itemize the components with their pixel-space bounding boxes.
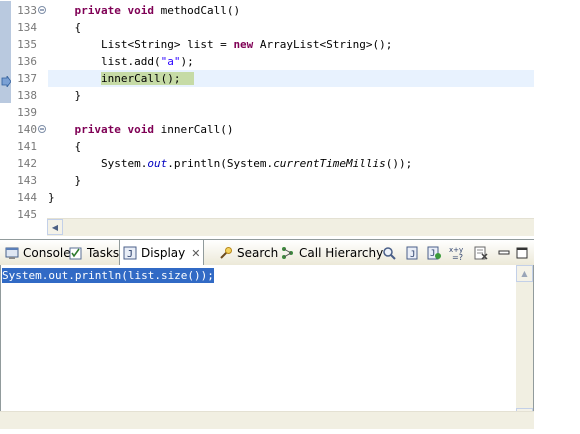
tab-label: Call Hierarchy [299,245,384,260]
code-text: .println(System. [167,157,274,170]
svg-text:J: J [127,249,133,260]
svg-text:J: J [430,249,435,259]
svg-text:J: J [410,250,415,260]
keyword: new [233,38,254,51]
code-line[interactable]: private void innerCall() [48,121,534,138]
code-text: innerCall() [160,123,234,136]
line-number: 141 [17,140,37,153]
string-literal: "a" [160,55,181,68]
tab-tasks[interactable]: Tasks [66,240,122,265]
code-text: { [48,21,82,34]
code-line[interactable]: } [0,189,534,206]
code-line[interactable]: private void methodCall() [48,2,534,19]
code-line[interactable]: } [48,87,534,104]
fold-collapse-icon[interactable] [38,6,46,14]
tasks-icon [69,246,83,260]
line-number: 142 [17,157,37,170]
line-number: 137 [17,72,37,85]
find-icon[interactable] [380,244,397,261]
tab-label: Console [23,245,71,260]
search-icon [219,246,233,260]
code-text: System. [48,157,148,170]
tab-display[interactable]: J Display ✕ [119,240,205,266]
display-horizontal-scrollbar[interactable] [0,411,534,429]
code-text: list.add( [48,55,161,68]
display-result-icon[interactable]: J [425,244,442,261]
code-line[interactable]: list.add("a"); [48,53,534,70]
code-text: } [48,191,55,204]
keyword: private void [48,4,161,17]
tab-console[interactable]: Console [2,240,74,265]
svg-text:=?: =? [452,253,463,261]
display-expression[interactable]: System.out.println(list.size()); [2,268,214,283]
code-text: ()); [385,157,413,170]
code-text: methodCall() [160,4,241,17]
console-icon [5,246,19,260]
code-line[interactable] [48,104,534,121]
maximize-icon[interactable] [513,244,530,261]
code-line[interactable]: List<String> list = new ArrayList<String… [48,36,534,53]
keyword: private void [48,123,161,136]
code-area[interactable]: private void methodCall() { List<String>… [48,0,534,218]
tab-label: Display [141,246,186,260]
java-editor[interactable]: 133 134 135 136 137 138 139 140 141 142 … [0,0,534,236]
current-code-line[interactable]: innerCall(); [48,70,534,87]
debug-instruction-highlight: innerCall(); [100,72,194,85]
debug-current-instruction-icon [1,72,12,91]
line-number-gutter: 133 134 135 136 137 138 139 140 141 142 … [11,0,48,221]
line-number: 134 [17,21,37,34]
code-text: ); [180,55,194,68]
code-text: } [48,89,82,102]
static-field: out [147,157,168,170]
line-number: 138 [17,89,37,102]
display-view[interactable]: System.out.println(list.size()); ▲ ▼ [0,265,534,425]
display-icon: J [123,246,137,260]
code-text: ArrayList<String>(); [253,38,393,51]
annotation-ruler [0,0,12,218]
line-number: 139 [17,106,37,119]
line-number: 143 [17,174,37,187]
code-text: List<String> list = [48,38,234,51]
view-tab-bar: Console Tasks J Display ✕ Search Call Hi… [0,239,534,266]
tab-search[interactable]: Search [216,240,281,265]
call-hierarchy-icon [281,246,295,260]
minimize-icon[interactable] [495,244,512,261]
tab-label: Search [237,245,279,260]
editor-horizontal-scrollbar[interactable]: ◀ [47,218,534,236]
close-tab-icon[interactable]: ✕ [191,247,200,260]
tab-call-hierarchy[interactable]: Call Hierarchy [278,240,386,265]
display-vertical-scrollbar[interactable]: ▲ ▼ [516,265,533,425]
clear-icon[interactable] [472,244,489,261]
code-text: { [48,140,82,153]
tab-label: Tasks [87,245,120,260]
line-number: 133 [17,4,37,17]
code-line[interactable]: System.out.println(System.currentTimeMil… [48,155,534,172]
execute-icon[interactable]: x+y =? [448,244,465,261]
scroll-left-arrow-icon[interactable]: ◀ [47,219,63,235]
code-line[interactable]: { [48,138,534,155]
inspect-icon[interactable]: J [403,244,420,261]
scroll-up-arrow-icon[interactable]: ▲ [516,265,533,282]
code-line[interactable]: { [48,19,534,36]
code-text: } [48,174,82,187]
static-method: currentTimeMillis [273,157,386,170]
line-number: 145 [17,208,37,221]
line-number: 135 [17,38,37,51]
line-number: 140 [17,123,37,136]
line-number: 136 [17,55,37,68]
fold-collapse-icon[interactable] [38,125,46,133]
code-line[interactable]: } [48,172,534,189]
